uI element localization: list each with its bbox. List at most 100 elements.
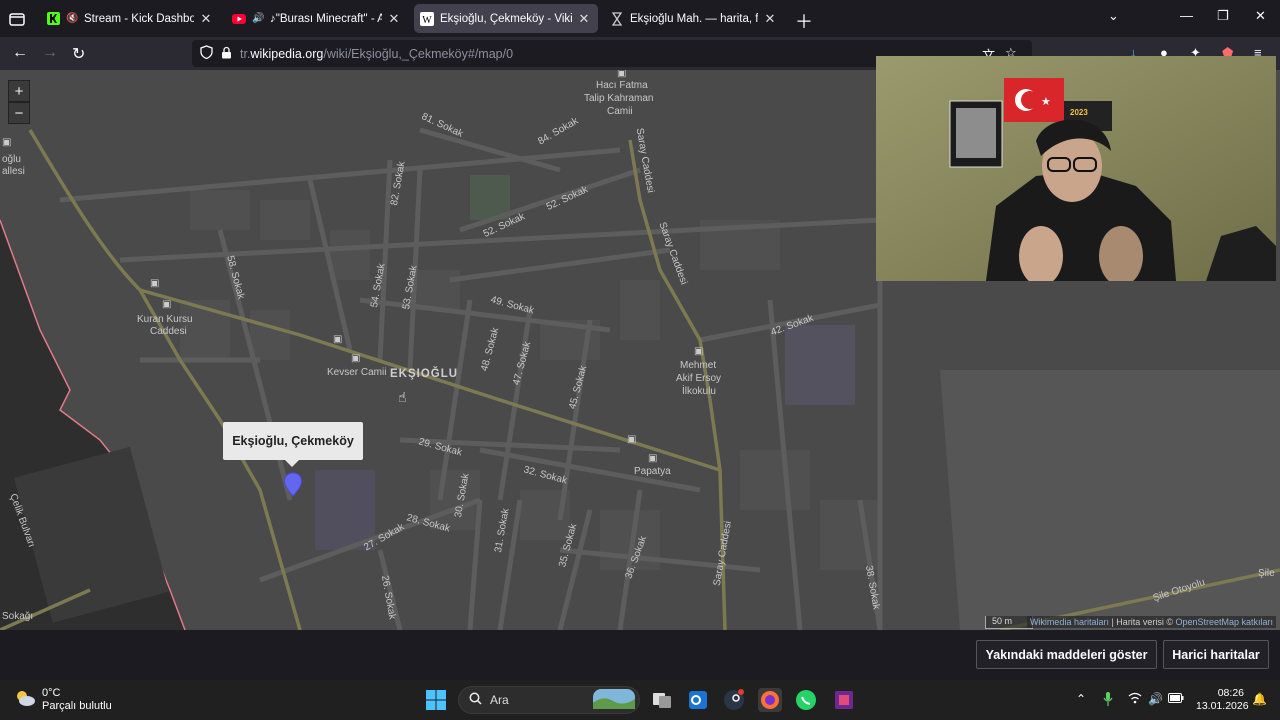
shop-icon: ▣ — [648, 453, 658, 464]
tab-wikipedia[interactable]: W Ekşioğlu, Çekmeköy - Vikipedi ✕ — [414, 4, 598, 33]
taskbar-clock[interactable]: 08:26 13.01.2026 — [1196, 687, 1249, 713]
map-label: Saray Caddesi — [656, 220, 690, 287]
youtube-icon — [232, 12, 246, 26]
location-popup[interactable]: Ekşioğlu, Çekmeköy — [223, 422, 363, 467]
outlook-icon[interactable] — [686, 688, 710, 712]
zoom-out-button[interactable]: − — [8, 102, 30, 124]
taskbar-search-box[interactable]: Ara — [458, 686, 640, 714]
close-window-button[interactable]: ✕ — [1255, 8, 1266, 24]
speaker-icon[interactable]: 🔊 — [252, 13, 266, 24]
map-label: 29. Sokak — [417, 436, 464, 459]
tab-title: Ekşioğlu, Çekmeköy - Vikipedi — [440, 12, 572, 25]
restore-button[interactable]: ❐ — [1217, 8, 1229, 24]
battery-icon[interactable] — [1168, 692, 1184, 706]
map-label: 35. Sokak — [557, 522, 580, 569]
steam-icon[interactable] — [722, 688, 746, 712]
map-label: Talip Kahraman — [584, 93, 654, 104]
school-icon: ▣ — [694, 346, 704, 357]
wifi-icon[interactable] — [1128, 692, 1142, 707]
webcam-banner-text: 2023 — [1070, 108, 1088, 117]
map-label: 58. Sokak — [224, 254, 247, 301]
clock-date: 13.01.2026 — [1196, 700, 1249, 712]
svg-text:W: W — [422, 15, 432, 26]
tab-youtube[interactable]: 🔊 ♪"Burası Minecraft" - A Min ✕ — [226, 4, 408, 33]
map-marker-icon[interactable] — [283, 472, 303, 498]
map-label: Caddesi — [150, 326, 187, 337]
notification-bell-icon[interactable]: 🔔 — [1252, 692, 1267, 706]
external-maps-button[interactable]: Harici haritalar — [1163, 640, 1269, 669]
back-arrow-icon[interactable]: ← — [12, 44, 28, 62]
map-label: Camii — [607, 106, 633, 117]
tab-overview-icon[interactable] — [6, 8, 28, 30]
close-tab-icon[interactable]: ✕ — [198, 11, 214, 27]
mosque-icon: ▣ — [617, 70, 627, 79]
map-label: 48. Sokak — [479, 326, 502, 373]
kick-icon — [46, 12, 60, 26]
clock-time: 08:26 — [1217, 687, 1244, 699]
attribution-text: | Harita verisi © — [1108, 617, 1176, 627]
close-tab-icon[interactable]: ✕ — [576, 11, 592, 27]
partly-cloudy-icon — [14, 689, 36, 712]
map-label: Hacı Fatma — [596, 80, 648, 91]
url-prefix: tr. — [240, 46, 251, 61]
whatsapp-icon[interactable] — [794, 688, 818, 712]
map-label: Saray Caddesi — [711, 520, 734, 587]
map-label: Akif Ersoy — [676, 373, 722, 384]
search-placeholder: Ara — [490, 693, 509, 707]
weather-description: Parçalı bulutlu — [42, 700, 112, 712]
zoom-in-button[interactable]: + — [8, 80, 30, 102]
map-label: 53. Sokak — [400, 264, 420, 311]
list-all-tabs-icon[interactable]: ⌄ — [1108, 8, 1119, 24]
shield-icon[interactable] — [200, 45, 213, 62]
webcam-image: ★ 2023 — [876, 56, 1276, 281]
muted-audio-icon[interactable]: 🔇 — [66, 13, 80, 24]
task-view-icon[interactable] — [650, 688, 674, 712]
firefox-icon[interactable] — [758, 688, 782, 712]
nearby-articles-button[interactable]: Yakındaki maddeleri göster — [976, 640, 1157, 669]
popup-title: Ekşioğlu, Çekmeköy — [232, 434, 354, 448]
game-app-icon[interactable] — [832, 688, 856, 712]
wikimedia-maps-link[interactable]: Wikimedia haritaları — [1030, 617, 1109, 627]
wikipedia-icon: W — [420, 11, 434, 26]
map-label: 30. Sokak — [452, 472, 472, 519]
tab-title: Stream - Kick Dashboard — [84, 12, 194, 25]
map-label: 36. Sokak — [623, 534, 650, 581]
minimize-button[interactable]: — — [1180, 8, 1193, 23]
map-label: 27. Sokak — [362, 521, 407, 554]
map-label: Şile Otoyolu — [1151, 576, 1207, 605]
tab-map-photos[interactable]: Ekşioğlu Mah. — harita, fotoğra ✕ — [604, 4, 784, 33]
map-label: 52. Sokak — [481, 211, 527, 240]
svg-text:★: ★ — [1041, 96, 1051, 108]
map-scale: 50 m — [985, 616, 1033, 629]
close-tab-icon[interactable]: ✕ — [762, 11, 778, 27]
windows-taskbar: 0°C Parçalı bulutlu Ara ⌃ 🔊 08:26 13.01.… — [0, 680, 1280, 720]
bus-stop-icon: ▣ — [150, 278, 160, 289]
microphone-icon[interactable] — [1103, 692, 1113, 709]
bus-stop-icon: ▣ — [2, 137, 12, 148]
landscape-thumbnail-icon — [593, 688, 635, 712]
map-label: 47. Sokak — [511, 340, 534, 387]
reload-icon[interactable]: ↻ — [72, 44, 85, 64]
osm-link[interactable]: OpenStreetMap katkıları — [1175, 617, 1273, 627]
forward-arrow-icon[interactable]: → — [42, 44, 58, 62]
lock-icon[interactable] — [221, 46, 232, 62]
show-hidden-icons-icon[interactable]: ⌃ — [1076, 692, 1086, 706]
map-label: 32. Sokak — [522, 464, 569, 487]
tab-title: Ekşioğlu Mah. — harita, fotoğra — [630, 12, 758, 25]
tab-strip: 🔇 Stream - Kick Dashboard ✕ 🔊 ♪"Burası M… — [0, 0, 1280, 37]
map-label: Sokağı — [2, 611, 34, 622]
volume-icon[interactable]: 🔊 — [1148, 692, 1163, 706]
map-label: 38. Sokak — [862, 564, 882, 611]
tab-kick-dashboard[interactable]: 🔇 Stream - Kick Dashboard ✕ — [40, 4, 220, 33]
new-tab-button[interactable]: ＋ — [795, 8, 813, 34]
bus-stop-icon: ▣ — [162, 299, 172, 310]
map-label: allesi — [2, 166, 25, 177]
map-label: 42. Sokak — [769, 312, 816, 339]
weather-widget[interactable]: 0°C Parçalı bulutlu — [14, 687, 112, 713]
close-tab-icon[interactable]: ✕ — [386, 11, 402, 27]
tab-title: ♪"Burası Minecraft" - A Min — [270, 12, 382, 25]
map-label: 45. Sokak — [567, 364, 590, 411]
mosque-icon: ▣ — [351, 353, 361, 364]
map-label: Kevser Camii — [327, 367, 387, 378]
windows-start-icon[interactable] — [424, 688, 448, 712]
